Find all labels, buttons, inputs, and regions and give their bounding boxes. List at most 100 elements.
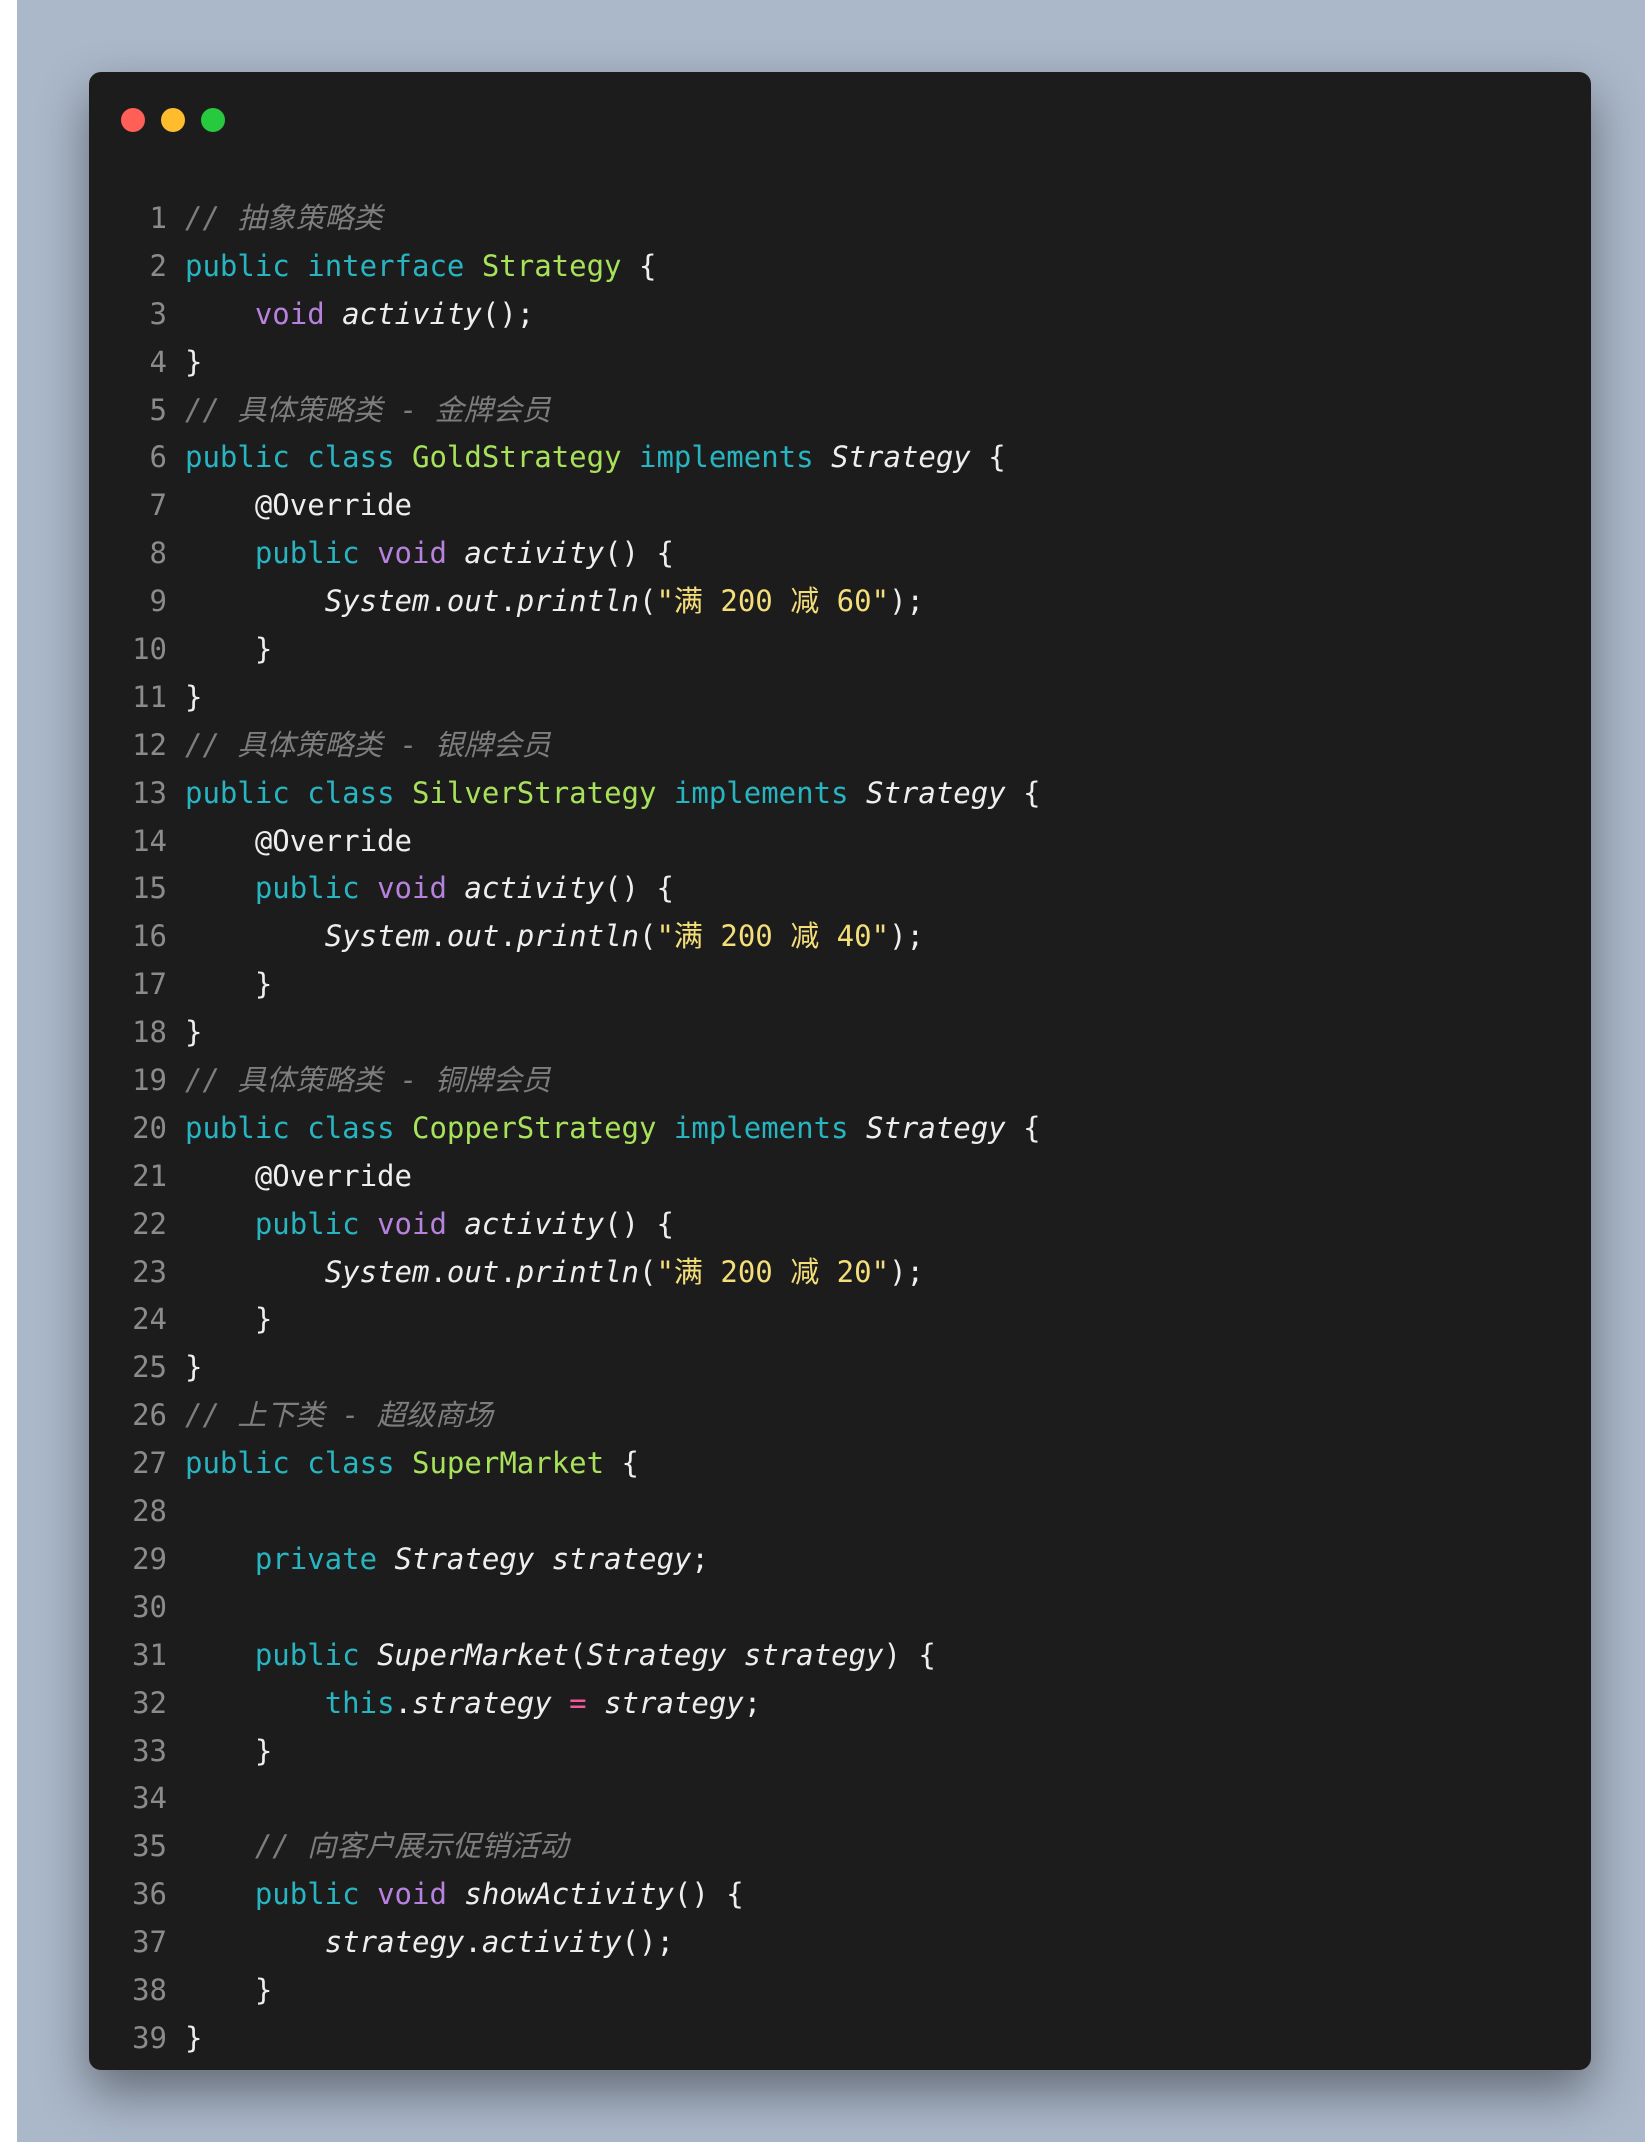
code-token: .: [429, 919, 447, 954]
code-token: class: [307, 1110, 395, 1145]
code-token: .: [499, 584, 517, 619]
close-dot-icon[interactable]: [121, 108, 145, 132]
code-token: }: [185, 2020, 203, 2055]
line-number: 21: [132, 1158, 167, 1193]
line-number: 34: [132, 1781, 167, 1816]
code-text: System.out.println("满 200 减 60");: [167, 578, 924, 626]
code-text: public void activity() {: [167, 1201, 674, 1249]
code-line: 28: [89, 1488, 1591, 1536]
code-token: "满 200 减 20": [656, 1254, 890, 1289]
line-number: 12: [132, 727, 167, 762]
code-token: () {: [604, 871, 674, 906]
line-number: 26: [132, 1398, 167, 1433]
code-text: }: [167, 1009, 202, 1057]
code-line: 20 public class CopperStrategy implements…: [89, 1105, 1591, 1153]
code-token: ;: [691, 1541, 709, 1576]
line-number: 30: [132, 1589, 167, 1624]
code-token: .: [429, 584, 447, 619]
code-token: void: [377, 1877, 447, 1912]
code-token: (: [639, 584, 657, 619]
code-token: // 具体策略类 - 金牌会员: [185, 392, 551, 427]
code-line: 12 // 具体策略类 - 银牌会员: [89, 722, 1591, 770]
code-token: public: [254, 1637, 360, 1672]
code-token: class: [307, 775, 395, 810]
code-text: public class SuperMarket {: [167, 1440, 639, 1488]
code-token: }: [185, 1350, 203, 1385]
maximize-dot-icon[interactable]: [201, 108, 225, 132]
code-line: 37 strategy.activity();: [89, 1919, 1591, 1967]
line-number: 31: [132, 1637, 167, 1672]
code-token: this: [324, 1685, 395, 1720]
code-text: public class GoldStrategy implements Str…: [167, 434, 1006, 482]
code-line: 21 @Override: [89, 1153, 1591, 1201]
code-token: .: [429, 1254, 447, 1289]
code-token: {: [1005, 1110, 1041, 1145]
code-text: public void showActivity() {: [167, 1871, 744, 1919]
code-token: class: [307, 1446, 395, 1481]
code-token: Strategy: [831, 440, 971, 475]
code-token: (: [639, 919, 657, 954]
code-line: 24 }: [89, 1296, 1591, 1344]
line-number: 29: [132, 1541, 167, 1576]
code-token: {: [1005, 775, 1041, 810]
code-text: void activity();: [167, 291, 534, 339]
code-line: 30: [89, 1584, 1591, 1632]
code-token: public: [185, 1446, 290, 1481]
code-token: ();: [481, 296, 535, 331]
code-token: }: [185, 679, 203, 714]
code-line: 17 }: [89, 961, 1591, 1009]
code-token: {: [604, 1446, 639, 1481]
code-token: strategy: [743, 1637, 884, 1672]
code-token: "满 200 减 40": [656, 919, 890, 954]
code-text: // 具体策略类 - 银牌会员: [167, 722, 551, 770]
line-number: 25: [132, 1350, 167, 1385]
code-token: activity: [342, 296, 482, 331]
code-token: GoldStrategy: [412, 440, 622, 475]
code-token: println: [516, 584, 639, 619]
line-number: 39: [132, 2020, 167, 2055]
code-token: // 具体策略类 - 银牌会员: [185, 727, 551, 762]
code-line: 15 public void activity() {: [89, 865, 1591, 913]
line-number: 9: [149, 584, 167, 619]
code-token: ;: [743, 1685, 762, 1720]
line-number: 33: [132, 1733, 167, 1768]
minimize-dot-icon[interactable]: [161, 108, 185, 132]
code-token: }: [185, 1302, 273, 1337]
code-token: );: [889, 1254, 924, 1289]
code-text: private Strategy strategy;: [167, 1536, 709, 1584]
code-line: 10 }: [89, 626, 1591, 674]
code-token: Strategy: [586, 1637, 727, 1672]
line-number: 36: [132, 1877, 167, 1912]
code-token: strategy: [324, 1925, 465, 1960]
code-line: 5 // 具体策略类 - 金牌会员: [89, 387, 1591, 435]
code-line: 39}: [89, 2015, 1591, 2063]
code-token: void: [377, 1206, 447, 1241]
code-token: public: [185, 440, 290, 475]
code-line: 4}: [89, 339, 1591, 387]
code-token: @Override: [254, 488, 412, 523]
code-token: );: [889, 919, 924, 954]
line-number: 27: [132, 1446, 167, 1481]
code-token: }: [185, 1015, 203, 1050]
line-number: 5: [149, 392, 167, 427]
code-text: }: [167, 1344, 202, 1392]
code-text: // 向客户展示促销活动: [167, 1823, 568, 1871]
code-token: (: [569, 1637, 587, 1672]
code-token: implements: [639, 440, 814, 475]
